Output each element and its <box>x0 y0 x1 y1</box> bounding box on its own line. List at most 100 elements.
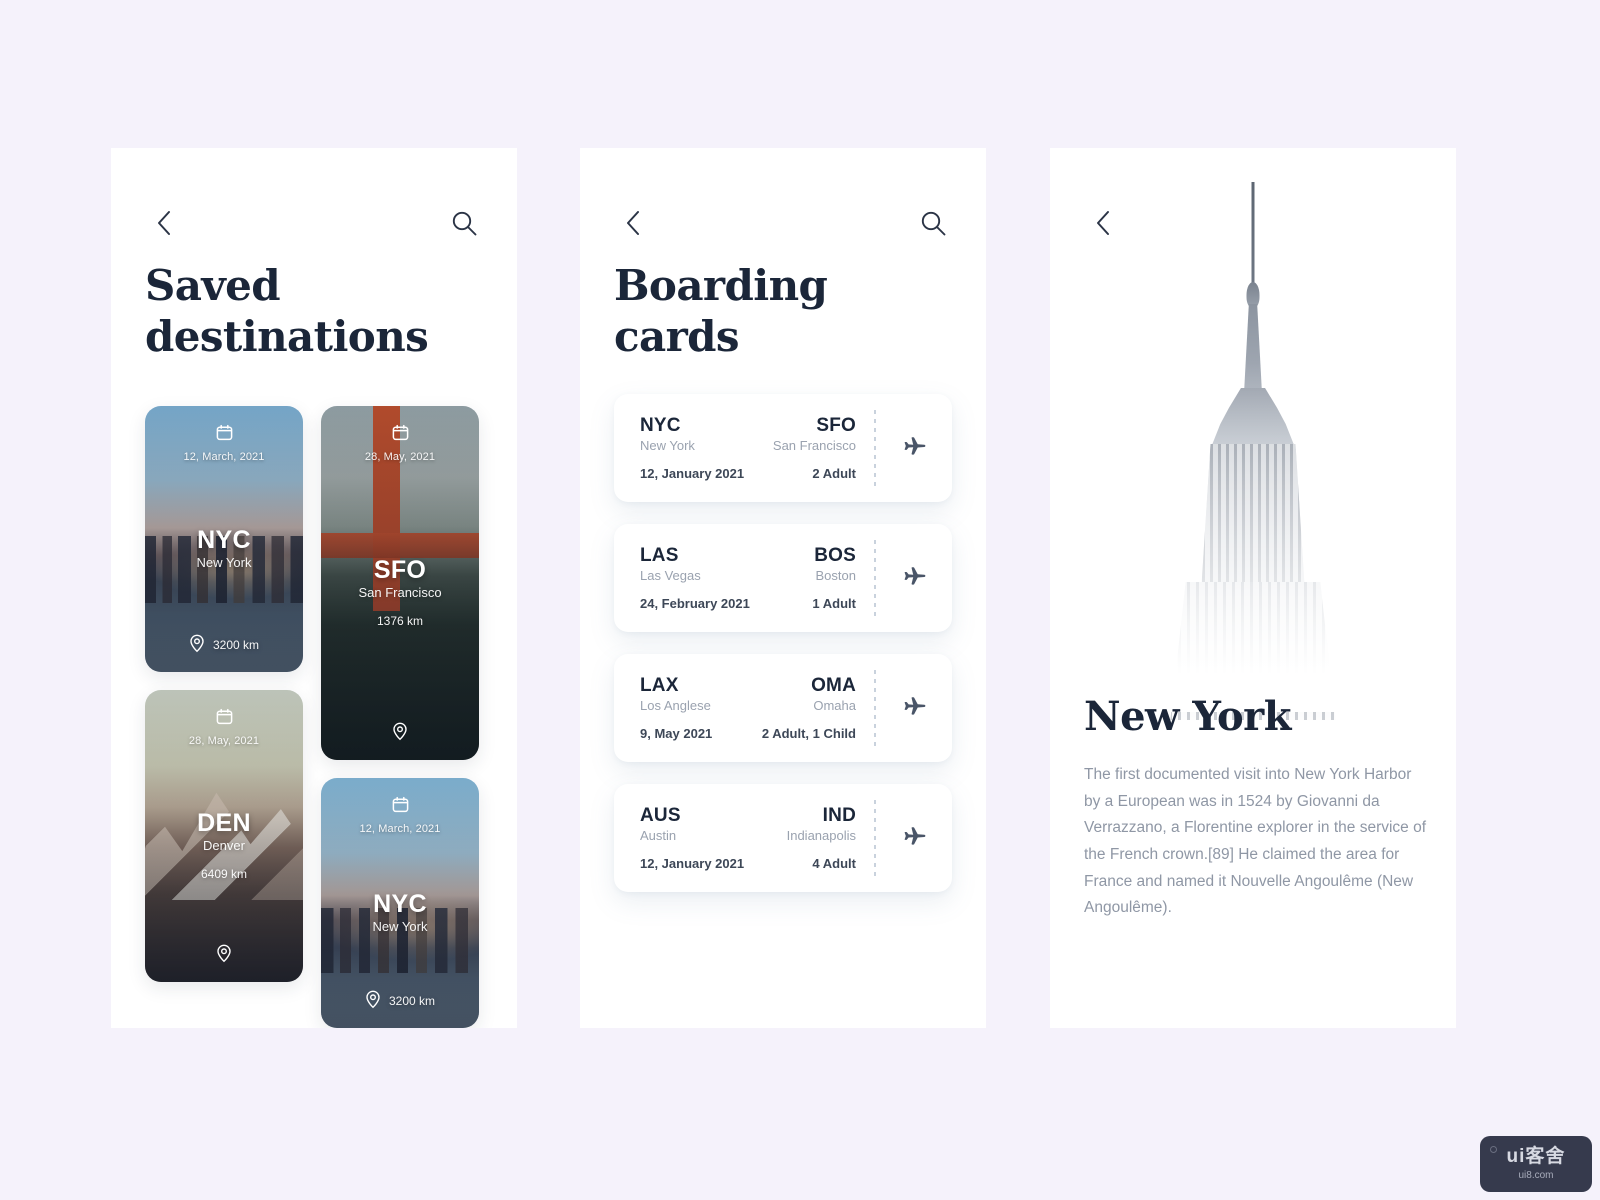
watermark-logo: ui客舍 <box>1506 1146 1566 1167</box>
passenger-count: 2 Adult <box>812 466 856 481</box>
destination-code: OMA <box>811 675 856 696</box>
back-button[interactable] <box>1084 204 1122 242</box>
origin-city: New York <box>640 438 695 453</box>
destination-code: SFO <box>373 555 427 584</box>
search-button[interactable] <box>445 204 483 242</box>
boarding-card[interactable]: NYC SFO New York San Francisco 12, Janua… <box>614 394 952 502</box>
page-title: Boarding cards <box>614 260 944 362</box>
passenger-count: 4 Adult <box>812 856 856 871</box>
destination-code: DEN <box>197 808 251 837</box>
flight-date: 12, January 2021 <box>640 856 745 871</box>
esb-fade-overlay <box>1143 182 1363 712</box>
boarding-card-meta: 9, May 2021 2 Adult, 1 Child <box>640 726 856 741</box>
destination-code: BOS <box>814 545 856 566</box>
destination-card[interactable]: 12, March, 2021 NYC New York 3200 km <box>321 778 479 1028</box>
boarding-card-codes: NYC SFO <box>640 415 856 437</box>
destination-code: NYC <box>373 889 427 918</box>
destination-city: Denver <box>203 838 245 854</box>
destination-date: 28, May, 2021 <box>188 735 260 747</box>
origin-code: LAX <box>640 675 679 696</box>
passenger-count: 1 Adult <box>812 596 856 611</box>
destination-city: San Francisco <box>358 585 442 601</box>
back-button[interactable] <box>145 204 183 242</box>
origin-city: Las Vegas <box>640 568 701 583</box>
destination-code: IND <box>822 805 856 826</box>
boarding-card-cities: New York San Francisco <box>640 438 856 453</box>
passenger-count: 2 Adult, 1 Child <box>761 726 856 741</box>
location-pin-icon <box>392 722 408 744</box>
watermark-badge: ui客舍 ui8.com <box>1480 1136 1592 1192</box>
location-pin-icon <box>365 990 381 1012</box>
destination-code: SFO <box>816 415 856 436</box>
destination-city: Indianapolis <box>786 828 856 843</box>
saved-destinations-screen: Saved destinations 12, March, 2021 NYC N… <box>111 148 517 1028</box>
calendar-icon <box>392 424 409 446</box>
origin-code: LAS <box>640 545 679 566</box>
calendar-icon <box>216 708 233 730</box>
destinations-column-right: 28, May, 2021 SFO San Francisco 1376 km <box>321 406 479 1028</box>
airplane-icon <box>901 563 927 594</box>
destination-city: Omaha <box>813 698 856 713</box>
boarding-card-codes: LAX OMA <box>640 675 856 697</box>
airplane-icon <box>901 433 927 464</box>
boarding-topbar <box>580 200 986 246</box>
boarding-card-meta: 12, January 2021 4 Adult <box>640 856 856 871</box>
airplane-button[interactable] <box>876 823 952 854</box>
origin-city: Austin <box>640 828 677 843</box>
boarding-card[interactable]: AUS IND Austin Indianapolis 12, January … <box>614 784 952 892</box>
destinations-column-left: 12, March, 2021 NYC New York 3200 km 28,… <box>145 406 303 1028</box>
destination-distance: 3200 km <box>212 638 260 652</box>
watermark-dot-icon <box>1490 1146 1497 1153</box>
airplane-button[interactable] <box>876 563 952 594</box>
boarding-card-cities: Las Vegas Boston <box>640 568 856 583</box>
boarding-card[interactable]: LAX OMA Los Anglese Omaha 9, May 2021 2 … <box>614 654 952 762</box>
destination-footer: 3200 km <box>189 634 259 656</box>
boarding-cards-screen: Boarding cards NYC SFO New York San Fran… <box>580 148 986 1028</box>
city-title: New York <box>1084 693 1291 740</box>
destination-card-content: 28, May, 2021 SFO San Francisco 1376 km <box>321 406 479 760</box>
boarding-card[interactable]: LAS BOS Las Vegas Boston 24, February 20… <box>614 524 952 632</box>
flight-date: 24, February 2021 <box>640 596 750 611</box>
boarding-card-cities: Los Anglese Omaha <box>640 698 856 713</box>
chevron-left-icon <box>625 210 641 236</box>
destination-card-content: 28, May, 2021 DEN Denver 6409 km <box>145 690 303 982</box>
calendar-icon <box>216 424 233 446</box>
destination-date: 12, March, 2021 <box>183 451 265 463</box>
page-title: Saved destinations <box>145 260 475 362</box>
boarding-card-codes: LAS BOS <box>640 545 856 567</box>
empire-state-building-illustration <box>1143 182 1363 720</box>
airplane-button[interactable] <box>876 433 952 464</box>
destination-card[interactable]: 28, May, 2021 DEN Denver 6409 km <box>145 690 303 982</box>
destination-distance: 1376 km <box>376 614 424 629</box>
destination-footer <box>392 722 408 744</box>
page-title-line2: destinations <box>145 312 429 362</box>
destination-city: New York <box>372 919 428 935</box>
airplane-button[interactable] <box>876 693 952 724</box>
origin-city: Los Anglese <box>640 698 711 713</box>
destination-card[interactable]: 28, May, 2021 SFO San Francisco 1376 km <box>321 406 479 760</box>
destination-card[interactable]: 12, March, 2021 NYC New York 3200 km <box>145 406 303 672</box>
boarding-card-details: NYC SFO New York San Francisco 12, Janua… <box>614 415 868 481</box>
page-title-line1: Saved <box>145 261 281 310</box>
back-button[interactable] <box>614 204 652 242</box>
flight-date: 12, January 2021 <box>640 466 745 481</box>
flight-date: 9, May 2021 <box>640 726 713 741</box>
page-title-line1: Boarding <box>614 261 828 310</box>
airplane-icon <box>901 693 927 724</box>
boarding-card-details: AUS IND Austin Indianapolis 12, January … <box>614 805 868 871</box>
search-button[interactable] <box>914 204 952 242</box>
airplane-icon <box>901 823 927 854</box>
destination-card-content: 12, March, 2021 NYC New York 3200 km <box>145 406 303 672</box>
boarding-card-cities: Austin Indianapolis <box>640 828 856 843</box>
location-pin-icon <box>216 944 232 966</box>
saved-topbar <box>111 200 517 246</box>
destination-footer: 3200 km <box>365 990 435 1012</box>
watermark-url: ui8.com <box>1518 1170 1554 1181</box>
destination-distance: 3200 km <box>388 994 436 1008</box>
origin-code: AUS <box>640 805 681 826</box>
destination-city: San Francisco <box>772 438 856 453</box>
boarding-card-details: LAX OMA Los Anglese Omaha 9, May 2021 2 … <box>614 675 868 741</box>
destination-date: 12, March, 2021 <box>359 823 441 835</box>
boarding-card-meta: 24, February 2021 1 Adult <box>640 596 856 611</box>
destination-identity: NYC New York <box>373 835 428 990</box>
